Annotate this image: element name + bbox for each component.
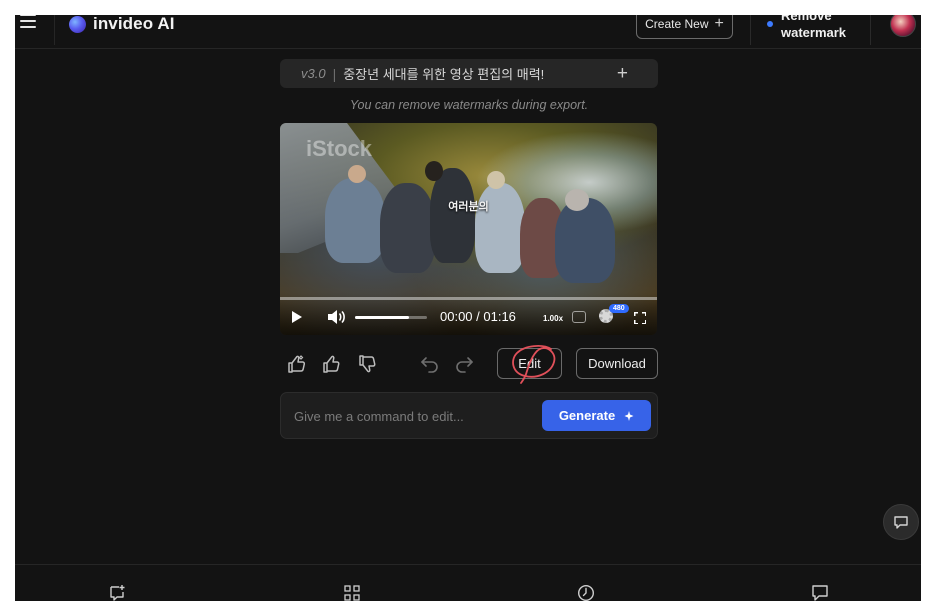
playback-speed[interactable]: 1.00x (543, 314, 563, 323)
divider (870, 15, 871, 45)
menu-icon-line (20, 20, 36, 22)
play-icon[interactable] (292, 311, 302, 323)
remove-watermark-label: Remove watermark (781, 15, 847, 40)
video-person-shape (430, 168, 475, 263)
volume-slider[interactable] (355, 316, 427, 319)
sparkle-icon (624, 410, 634, 421)
project-title-bar: v3.0 | 중장년 세대를 위한 영상 편집의 매력! + (280, 59, 658, 88)
volume-fill (355, 316, 409, 319)
bottom-nav (15, 564, 921, 601)
watermark-dot-icon (767, 21, 773, 27)
menu-icon-line (20, 26, 36, 28)
video-person-shape (425, 161, 443, 181)
remove-watermark-button[interactable]: Remove watermark (767, 15, 861, 41)
brand-logo[interactable]: invideo AI (69, 15, 175, 34)
divider (750, 15, 751, 45)
chat-bubble-icon (894, 515, 908, 529)
stock-watermark: iStock (306, 136, 373, 161)
chat-icon[interactable] (810, 583, 830, 601)
app-window: invideo AI Create New + Remove watermark… (15, 15, 921, 601)
grid-icon[interactable] (342, 583, 362, 601)
edit-button[interactable]: Edit (497, 348, 562, 379)
download-button[interactable]: Download (576, 348, 658, 379)
project-title[interactable]: 중장년 세대를 위한 영상 편집의 매력! (343, 64, 617, 83)
video-caption: 여러분의 (448, 201, 489, 213)
video-person-shape (475, 183, 525, 273)
create-new-label: Create New (645, 17, 709, 31)
video-person-shape (348, 165, 366, 183)
watermark-hint: You can remove watermarks during export. (349, 98, 589, 112)
avatar[interactable] (890, 15, 916, 37)
version-label: v3.0 (301, 66, 326, 81)
thumbs-down-icon[interactable] (356, 352, 380, 376)
volume-icon[interactable] (326, 309, 346, 325)
quality-badge: 480 (609, 304, 629, 313)
new-chat-icon[interactable] (107, 583, 127, 601)
command-input[interactable] (294, 403, 534, 429)
loop-icon[interactable] (572, 311, 586, 323)
command-box: Generate (280, 392, 658, 439)
fullscreen-icon[interactable] (634, 312, 646, 324)
time-display: 00:00 / 01:16 (440, 309, 516, 324)
logo-icon (69, 15, 86, 33)
video-person-shape (380, 183, 435, 273)
menu-button[interactable] (15, 15, 55, 45)
video-player[interactable]: iStock 여러분의 00:00 / 01:16 1.00x 480 (280, 123, 657, 335)
undo-icon[interactable] (418, 352, 442, 376)
chat-fab-button[interactable] (883, 504, 919, 540)
create-new-button[interactable]: Create New + (636, 15, 733, 39)
love-icon[interactable] (285, 352, 309, 376)
redo-icon[interactable] (452, 352, 476, 376)
top-bar: invideo AI Create New + Remove watermark (15, 15, 921, 49)
plus-icon: + (714, 15, 724, 32)
title-separator: | (332, 65, 337, 82)
add-version-button[interactable]: + (617, 64, 628, 83)
history-icon[interactable] (576, 583, 596, 601)
thumbs-up-icon[interactable] (320, 352, 344, 376)
video-person-shape (325, 178, 385, 263)
progress-bar[interactable] (280, 297, 657, 300)
generate-button[interactable]: Generate (542, 400, 651, 431)
menu-icon-line (20, 15, 36, 16)
generate-label: Generate (558, 408, 616, 423)
brand-name: invideo AI (93, 15, 175, 33)
video-person-shape (487, 171, 505, 189)
